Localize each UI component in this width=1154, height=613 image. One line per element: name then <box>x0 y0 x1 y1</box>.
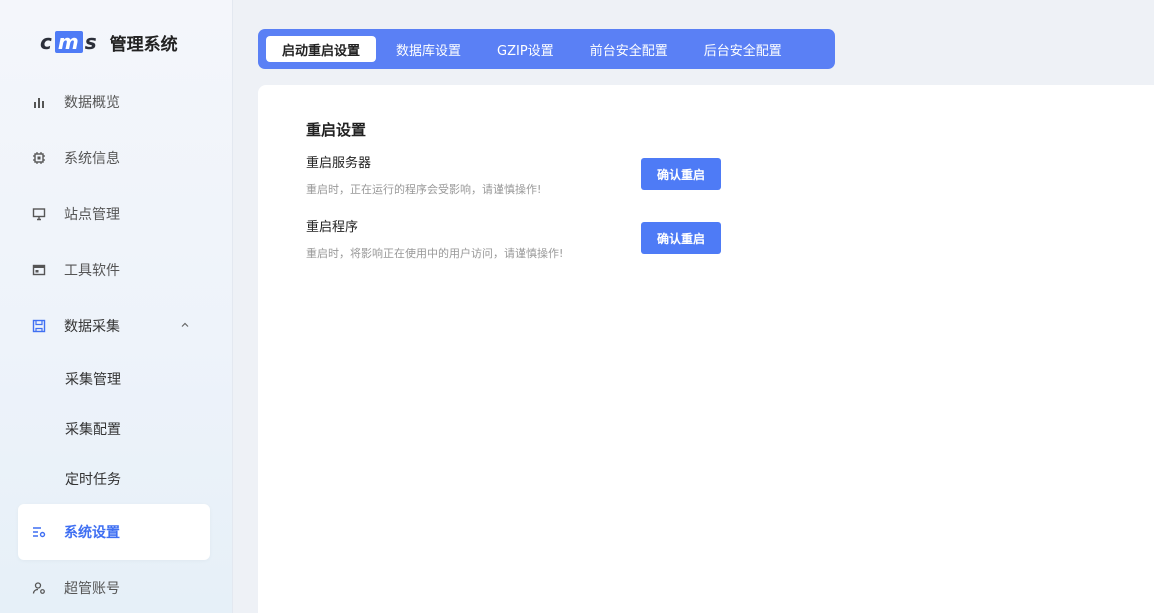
sidebar-item-label: 系统信息 <box>64 151 120 167</box>
sidebar-item-admin-account[interactable]: 超管账号 <box>18 560 210 613</box>
settings-list-icon <box>32 525 46 539</box>
save-icon <box>32 319 46 333</box>
sidebar-item-label: 超管账号 <box>64 581 120 597</box>
section-title: 重启设置 <box>306 121 367 139</box>
confirm-restart-server-button[interactable]: 确认重启 <box>641 158 721 190</box>
tab-gzip-settings[interactable]: GZIP设置 <box>481 36 570 62</box>
settings-tabs: 启动重启设置 数据库设置 GZIP设置 前台安全配置 后台安全配置 <box>258 29 835 69</box>
tab-restart-settings[interactable]: 启动重启设置 <box>266 36 377 62</box>
bar-chart-icon <box>32 95 46 109</box>
window-icon <box>32 263 46 277</box>
confirm-restart-program-button[interactable]: 确认重启 <box>641 222 721 254</box>
setting-restart-server: 重启服务器 重启时，正在运行的程序会受影响，请谨慎操作! <box>306 152 541 197</box>
sidebar-item-label: 站点管理 <box>64 207 120 223</box>
setting-name: 重启服务器 <box>306 156 372 171</box>
sidebar-item-data-collection[interactable]: 数据采集 <box>18 298 210 354</box>
sidebar-subitem-collection-config[interactable]: 采集配置 <box>18 404 210 454</box>
cms-logo-icon: cms <box>40 30 98 54</box>
setting-name: 重启程序 <box>306 220 359 235</box>
sidebar-nav: 数据概览 系统信息 站点管理 工具软件 数据采集 采集管理 采集配置 定时任务 … <box>18 74 210 613</box>
sidebar-item-site-management[interactable]: 站点管理 <box>18 186 210 242</box>
setting-description: 重启时，将影响正在使用中的用户访问，请谨慎操作! <box>306 247 564 260</box>
sidebar-item-label: 系统设置 <box>64 525 120 541</box>
sidebar-item-label: 工具软件 <box>64 263 120 279</box>
sidebar-item-system-settings[interactable]: 系统设置 <box>18 504 210 560</box>
main-content: 重启设置 重启服务器 重启时，正在运行的程序会受影响，请谨慎操作! 确认重启 重… <box>258 85 1154 613</box>
tab-database-settings[interactable]: 数据库设置 <box>380 36 477 62</box>
sidebar-item-tools[interactable]: 工具软件 <box>18 242 210 298</box>
sidebar-subitem-scheduled-tasks[interactable]: 定时任务 <box>18 454 210 504</box>
sidebar-subitem-collection-management[interactable]: 采集管理 <box>18 354 210 404</box>
chip-icon <box>32 151 46 165</box>
sidebar-item-system-info[interactable]: 系统信息 <box>18 130 210 186</box>
setting-description: 重启时，正在运行的程序会受影响，请谨慎操作! <box>306 183 542 196</box>
logo: cms 管理系统 <box>40 30 178 55</box>
setting-restart-program: 重启程序 重启时，将影响正在使用中的用户访问，请谨慎操作! <box>306 216 563 261</box>
monitor-icon <box>32 207 46 221</box>
tab-backend-security[interactable]: 后台安全配置 <box>688 36 798 62</box>
sidebar-item-data-overview[interactable]: 数据概览 <box>18 74 210 130</box>
sidebar-item-label: 数据采集 <box>64 319 120 335</box>
tab-frontend-security[interactable]: 前台安全配置 <box>574 36 684 62</box>
chevron-up-icon <box>180 319 190 333</box>
app-title: 管理系统 <box>109 34 178 55</box>
user-gear-icon <box>32 581 46 595</box>
sidebar: cms 管理系统 数据概览 系统信息 站点管理 工具软件 数据采集 采集管理 采… <box>0 0 233 613</box>
sidebar-item-label: 数据概览 <box>64 95 120 111</box>
